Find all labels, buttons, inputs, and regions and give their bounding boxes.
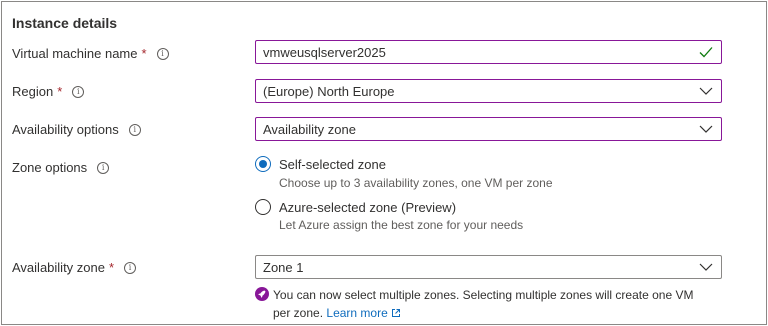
external-link-icon xyxy=(392,309,401,317)
chevron-down-icon xyxy=(699,87,713,95)
vm-name-label: Virtual machine name * i xyxy=(12,46,169,61)
self-selected-zone-radio[interactable] xyxy=(255,156,271,172)
azure-selected-zone-radio[interactable] xyxy=(255,199,271,215)
vm-name-value: vmweusqlserver2025 xyxy=(263,44,386,60)
info-icon[interactable]: i xyxy=(124,261,137,274)
multi-zone-note: You can now select multiple zones. Selec… xyxy=(273,286,713,322)
availability-zone-label: Availability zone * i xyxy=(12,260,137,275)
azure-selected-zone-title: Azure-selected zone (Preview) xyxy=(279,200,457,215)
info-icon[interactable]: i xyxy=(156,47,169,60)
instance-details-panel: Instance details Virtual machine name * … xyxy=(1,1,767,325)
info-icon[interactable]: i xyxy=(97,161,110,174)
region-label-text: Region xyxy=(12,84,54,99)
learn-more-link[interactable]: Learn more xyxy=(326,306,401,320)
azure-selected-zone-description: Let Azure assign the best zone for your … xyxy=(279,218,524,232)
availability-zone-value: Zone 1 xyxy=(263,259,304,275)
checkmark-icon xyxy=(699,47,713,58)
availability-options-select[interactable]: Availability zone xyxy=(255,117,722,141)
learn-more-label: Learn more xyxy=(326,306,388,320)
required-marker: * xyxy=(57,84,63,99)
availability-zone-label-text: Availability zone xyxy=(12,260,105,275)
availability-options-label: Availability options i xyxy=(12,122,141,137)
region-label: Region * i xyxy=(12,84,85,99)
region-select[interactable]: (Europe) North Europe xyxy=(255,79,722,103)
required-marker: * xyxy=(108,260,115,275)
rocket-icon xyxy=(255,287,269,301)
self-selected-zone-title: Self-selected zone xyxy=(279,157,386,172)
required-marker: * xyxy=(141,46,147,61)
region-value: (Europe) North Europe xyxy=(263,83,395,99)
availability-options-value: Availability zone xyxy=(263,121,356,137)
section-title: Instance details xyxy=(12,15,118,31)
vm-name-label-text: Virtual machine name xyxy=(12,46,138,61)
zone-options-label-text: Zone options xyxy=(12,160,88,175)
info-icon[interactable]: i xyxy=(72,85,85,98)
self-selected-zone-description: Choose up to 3 availability zones, one V… xyxy=(279,176,553,190)
availability-zone-select[interactable]: Zone 1 xyxy=(255,255,722,279)
chevron-down-icon xyxy=(699,263,713,271)
vm-name-input[interactable]: vmweusqlserver2025 xyxy=(255,40,722,64)
zone-options-label: Zone options i xyxy=(12,160,110,175)
availability-options-label-text: Availability options xyxy=(12,122,119,137)
info-icon[interactable]: i xyxy=(128,123,141,136)
chevron-down-icon xyxy=(699,125,713,133)
